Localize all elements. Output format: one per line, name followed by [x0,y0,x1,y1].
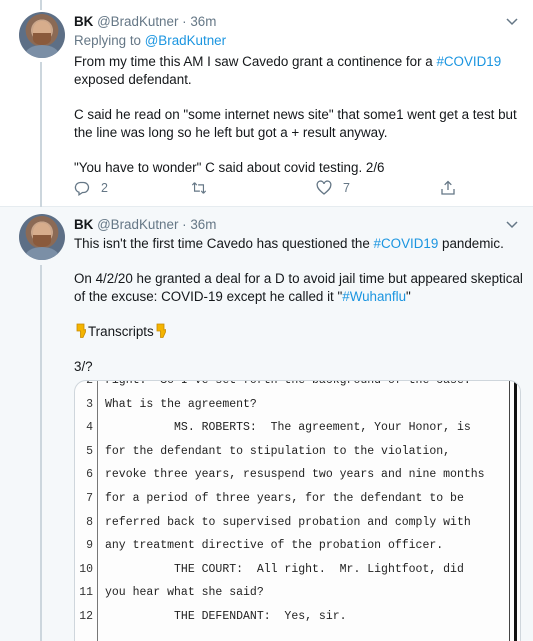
timestamp[interactable]: 36m [190,14,216,29]
transcript-line-text: for a period of three years, for the def… [105,492,464,505]
transcript-line-number: 5 [86,444,93,458]
avatar[interactable] [19,214,65,260]
transcript-line-number: 8 [86,515,93,529]
retweet-button[interactable] [191,180,218,196]
transcript-line-text: What is the agreement? [105,397,257,411]
tweet-header: BK @BradKutner · 36m [74,217,216,235]
user-handle[interactable]: @BradKutner [97,217,178,232]
share-icon [441,180,455,195]
transcript-line-number: 2 [86,380,93,387]
separator-dot: · [182,217,187,232]
reply-count: 2 [101,181,108,195]
tweet-paragraph: On 4/2/20 he granted a deal for a D to a… [74,271,523,304]
attached-transcript-image[interactable]: 2 right. So I've set forth the background… [74,380,521,641]
tweet-paragraph: This isn't the first time Cavedo has que… [74,236,504,251]
transcript-line-text: THE COURT: All right. Mr. Lightfoot, did [105,562,464,576]
transcript-line-text: you hear what she said? [105,586,264,600]
thread-line-top [40,0,42,10]
retweet-icon [191,182,207,194]
transcript-line-number: 4 [86,421,93,435]
transcript-line: 3 What is the agreement? [75,398,515,420]
hashtag-link[interactable]: #Wuhanflu [342,289,406,304]
transcript-line: 7 for a period of three years, for the de… [75,492,515,514]
transcript-line-number: 3 [86,397,93,411]
tweet-header: BK @BradKutner · 36m [74,14,216,32]
transcript-line-text: referred back to supervised probation an… [105,515,471,529]
avatar[interactable] [19,12,65,58]
tweet-paragraph: C said he read on "some internet news si… [74,107,517,140]
tweet-text: This isn't the first time Cavedo has que… [74,235,524,376]
transcript-line: 10 THE COURT: All right. Mr. Lightfoot, … [75,563,515,585]
reply-to-handle-link[interactable]: @BradKutner [145,33,226,48]
chevron-down-icon[interactable] [505,14,519,28]
user-handle[interactable]: @BradKutner [97,14,178,29]
display-name[interactable]: BK [74,14,93,29]
transcript-line-number: 9 [86,539,93,553]
reply-button[interactable]: 2 [74,180,108,196]
display-name[interactable]: BK [74,217,93,232]
tweet-2-of-6[interactable]: BK @BradKutner · 36m Replying to @BradKu… [0,0,533,207]
reply-icon [74,181,90,196]
transcript-line-text: any treatment directive of the probation… [105,539,444,553]
transcript-line-number: 10 [79,562,93,576]
transcript-line: 6 revoke three years, resuspend two years… [75,468,515,490]
tweet-paragraph: 3/? [74,359,93,374]
replying-to: Replying to @BradKutner [74,33,227,48]
transcript-line-number: 12 [79,610,93,623]
like-icon [316,180,332,195]
like-button[interactable]: 7 [316,180,350,196]
thread-line [40,265,42,641]
transcript-line-number: 6 [86,468,93,482]
separator-dot: · [182,14,187,29]
transcript-line: 9 any treatment directive of the probatio… [75,539,515,561]
tweet-actions: 2 7 [74,180,494,198]
transcript-line-text: THE DEFENDANT: Yes, sir. [105,610,347,623]
transcript-line: 4 MS. ROBERTS: The agreement, Your Honor… [75,421,515,443]
transcript-line-number: 11 [79,586,93,600]
transcript-line: 11 you hear what she said? [75,586,515,608]
tweet-text: From my time this AM I saw Cavedo grant … [74,53,524,177]
transcript-line-text: MS. ROBERTS: The agreement, Your Honor, … [105,421,471,435]
transcript-line: 5 for the defendant to stipulation to the… [75,445,515,467]
transcript-line-text: revoke three years, resuspend two years … [105,468,485,482]
transcript-line: 2 right. So I've set forth the background… [75,380,515,396]
share-button[interactable] [440,180,456,196]
transcript-line: 12 THE DEFENDANT: Yes, sir. [75,610,515,632]
like-count: 7 [343,181,350,195]
tweet-paragraph: "You have to wonder" C said about covid … [74,160,385,175]
tweet-paragraph: Transcripts [74,323,524,341]
transcript-line: 8 referred back to supervised probation a… [75,516,515,538]
chevron-down-icon[interactable] [505,217,519,231]
transcript-line-number: 7 [86,492,93,505]
tweet-paragraph: From my time this AM I saw Cavedo grant … [74,54,502,87]
transcript-line-text: right. So I've set forth the background … [105,380,471,387]
backhand-index-pointing-down-icon [76,323,86,338]
hashtag-link[interactable]: #COVID19 [374,236,439,251]
hashtag-link[interactable]: #COVID19 [436,54,501,69]
timestamp[interactable]: 36m [190,217,216,232]
backhand-index-pointing-down-icon [156,323,166,338]
transcript-line-text: for the defendant to stipulation to the … [105,444,451,458]
thread-line [40,62,42,207]
tweet-3[interactable]: BK @BradKutner · 36m This isn't the firs… [0,207,533,641]
transcripts-label: Transcripts [88,324,154,339]
